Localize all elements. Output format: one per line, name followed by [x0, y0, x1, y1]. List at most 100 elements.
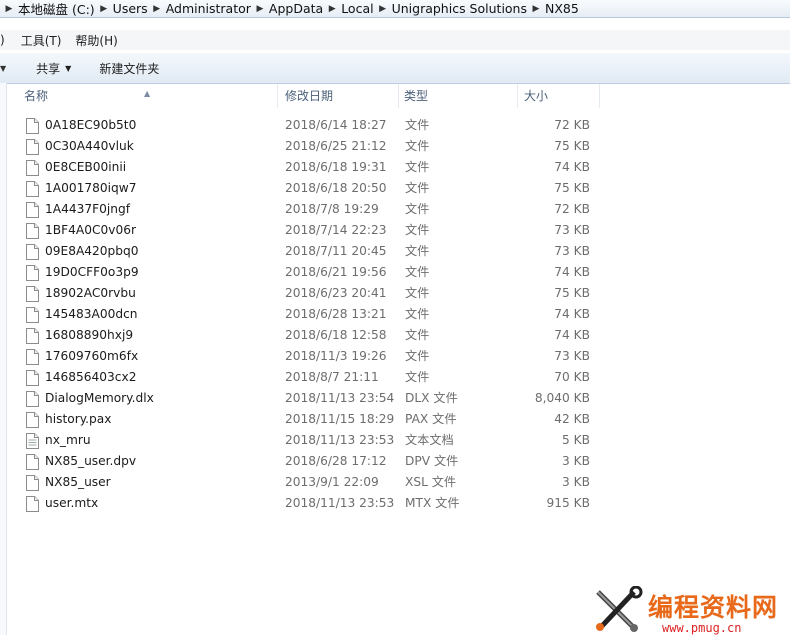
breadcrumb-nx85[interactable]: NX85	[545, 1, 579, 16]
file-row[interactable]: 0E8CEB00inii 2018/6/18 19:31 文件 74 KB	[20, 157, 600, 178]
file-type: 文件	[405, 181, 430, 195]
file-size: 73 KB	[554, 349, 590, 363]
chevron-right-icon[interactable]: ▶	[323, 4, 341, 14]
file-modified: 2018/7/11 20:45	[285, 244, 387, 258]
file-size: 73 KB	[554, 223, 590, 237]
file-name: 1BF4A0C0v06r	[45, 223, 136, 237]
file-name: history.pax	[45, 412, 112, 426]
watermark-title: 编程资料网	[648, 593, 779, 622]
file-modified: 2018/7/14 22:23	[285, 223, 387, 237]
chevron-right-icon[interactable]: ▶	[527, 4, 545, 14]
file-row[interactable]: user.mtx 2018/11/13 23:53 MTX 文件 915 KB	[20, 493, 600, 514]
watermark: 编程资料网 www.pmug.cn	[592, 586, 790, 635]
watermark-url: www.pmug.cn	[662, 621, 742, 635]
file-size: 73 KB	[554, 244, 590, 258]
menu-bar: ) 工具(T) 帮助(H)	[0, 30, 790, 50]
chevron-right-icon[interactable]: ▶	[95, 4, 113, 14]
file-row[interactable]: 17609760m6fx 2018/11/3 19:26 文件 73 KB	[20, 346, 600, 367]
file-name: 17609760m6fx	[45, 349, 139, 363]
file-size: 75 KB	[554, 181, 590, 195]
file-name: 0E8CEB00inii	[45, 160, 127, 174]
file-row[interactable]: 18902AC0rvbu 2018/6/23 20:41 文件 75 KB	[20, 283, 600, 304]
menu-item-tools[interactable]: 工具(T)	[21, 32, 62, 49]
share-button[interactable]: 共享 ▼	[30, 57, 77, 80]
chevron-right-icon[interactable]: ▶	[374, 4, 392, 14]
file-name: 0C30A440vluk	[45, 139, 134, 153]
file-name: NX85_user	[45, 475, 111, 489]
file-size: 72 KB	[554, 118, 590, 132]
file-modified: 2018/7/8 19:29	[285, 202, 379, 216]
menu-item-help[interactable]: 帮助(H)	[75, 32, 117, 49]
file-modified: 2018/6/23 20:41	[285, 286, 387, 300]
column-header-modified[interactable]: 修改日期	[281, 84, 399, 108]
file-row[interactable]: DialogMemory.dlx 2018/11/13 23:54 DLX 文件 8,…	[20, 388, 600, 409]
sort-ascending-icon: ▲	[144, 89, 151, 98]
file-name: 145483A00dcn	[45, 307, 138, 321]
file-row[interactable]: 0C30A440vluk 2018/6/25 21:12 文件 75 KB	[20, 136, 600, 157]
navigation-pane[interactable]	[0, 83, 7, 635]
file-modified: 2018/6/28 17:12	[285, 454, 387, 468]
file-modified: 2018/6/25 21:12	[285, 139, 387, 153]
file-modified: 2018/11/13 23:54	[285, 391, 395, 405]
file-row[interactable]: NX85_user.dpv 2018/6/28 17:12 DPV 文件 3 KB	[20, 451, 600, 472]
address-bar[interactable]: ▶ 本地磁盘 (C:) ▶ Users ▶ Administrator ▶ Ap…	[0, 0, 790, 18]
breadcrumb-unigraphics[interactable]: Unigraphics Solutions	[392, 1, 527, 16]
file-row[interactable]: history.pax 2018/11/15 18:29 PAX 文件 42 KB	[20, 409, 600, 430]
column-headers: 名称 ▲ 修改日期 类型 大小	[20, 84, 600, 108]
file-type: 文本文档	[405, 433, 454, 447]
chevron-right-icon[interactable]: ▶	[0, 4, 18, 14]
file-modified: 2018/11/13 23:53	[285, 433, 395, 447]
file-row[interactable]: 1A4437F0jngf 2018/7/8 19:29 文件 72 KB	[20, 199, 600, 220]
chevron-right-icon[interactable]: ▶	[148, 4, 166, 14]
chevron-down-icon[interactable]: ▼	[0, 64, 6, 73]
file-type: PAX 文件	[405, 412, 457, 426]
column-header-name[interactable]: 名称 ▲	[20, 84, 278, 108]
file-row[interactable]: 1A001780iqw7 2018/6/18 20:50 文件 75 KB	[20, 178, 600, 199]
file-row[interactable]: 19D0CFF0o3p9 2018/6/21 19:56 文件 74 KB	[20, 262, 600, 283]
file-row[interactable]: 145483A00dcn 2018/6/28 13:21 文件 74 KB	[20, 304, 600, 325]
file-modified: 2018/11/3 19:26	[285, 349, 387, 363]
file-type: DPV 文件	[405, 454, 459, 468]
file-modified: 2018/6/14 18:27	[285, 118, 387, 132]
share-label: 共享	[36, 61, 61, 76]
file-name: 16808890hxj9	[45, 328, 134, 342]
breadcrumb-users[interactable]: Users	[113, 1, 148, 16]
file-size: 75 KB	[554, 286, 590, 300]
file-type: 文件	[405, 223, 430, 237]
file-modified: 2018/11/13 23:53	[285, 496, 395, 510]
file-type: 文件	[405, 244, 430, 258]
file-row[interactable]: 1BF4A0C0v06r 2018/7/14 22:23 文件 73 KB	[20, 220, 600, 241]
file-name: 18902AC0rvbu	[45, 286, 136, 300]
file-name: 09E8A420pbq0	[45, 244, 139, 258]
file-row[interactable]: 16808890hxj9 2018/6/18 12:58 文件 74 KB	[20, 325, 600, 346]
file-name: user.mtx	[45, 496, 99, 510]
file-modified: 2013/9/1 22:09	[285, 475, 379, 489]
file-name: nx_mru	[45, 433, 91, 447]
breadcrumb-local-disk[interactable]: 本地磁盘 (C:)	[18, 0, 95, 17]
file-type: 文件	[405, 286, 430, 300]
column-header-size[interactable]: 大小	[520, 84, 600, 108]
menu-item-partial[interactable]: )	[0, 33, 5, 47]
file-size: 72 KB	[554, 202, 590, 216]
breadcrumb-appdata[interactable]: AppData	[269, 1, 323, 16]
command-bar: ▼ 共享 ▼ 新建文件夹	[0, 52, 790, 84]
file-row[interactable]: NX85_user 2013/9/1 22:09 XSL 文件 3 KB	[20, 472, 600, 493]
file-row[interactable]: 0A18EC90b5t0 2018/6/14 18:27 文件 72 KB	[20, 115, 600, 136]
file-name: 146856403cx2	[45, 370, 137, 384]
column-header-type[interactable]: 类型	[400, 84, 518, 108]
file-type: 文件	[405, 265, 430, 279]
file-size: 70 KB	[554, 370, 590, 384]
file-row[interactable]: nx_mru 2018/11/13 23:53 文本文档 5 KB	[20, 430, 600, 451]
file-row[interactable]: 09E8A420pbq0 2018/7/11 20:45 文件 73 KB	[20, 241, 600, 262]
file-name: 0A18EC90b5t0	[45, 118, 137, 132]
chevron-right-icon[interactable]: ▶	[251, 4, 269, 14]
file-list: 0A18EC90b5t0 2018/6/14 18:27 文件 72 KB 0C30A4…	[20, 115, 600, 514]
new-folder-button[interactable]: 新建文件夹	[93, 57, 165, 80]
file-row[interactable]: 146856403cx2 2018/8/7 21:11 文件 70 KB	[20, 367, 600, 388]
breadcrumb-local[interactable]: Local	[341, 1, 373, 16]
file-type: 文件	[405, 328, 430, 342]
file-modified: 2018/6/18 12:58	[285, 328, 387, 342]
file-size: 5 KB	[562, 433, 590, 447]
breadcrumb-administrator[interactable]: Administrator	[166, 1, 251, 16]
new-folder-label: 新建文件夹	[99, 61, 160, 76]
